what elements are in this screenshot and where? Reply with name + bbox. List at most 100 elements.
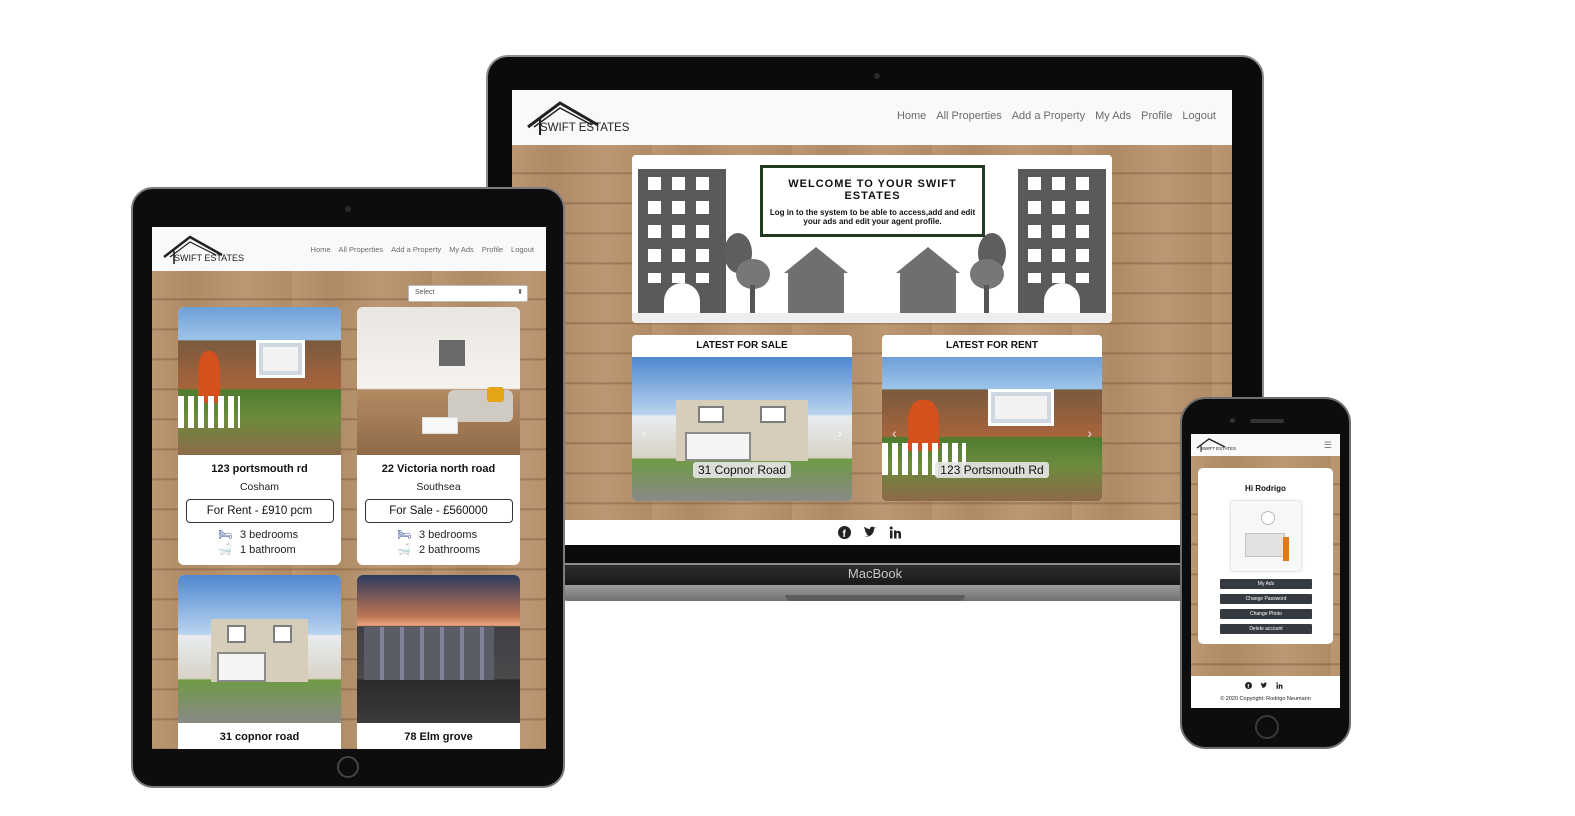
listing-price: For Rent - £910 pcm	[185, 499, 334, 523]
latest-rent-header: LATEST FOR RENT	[945, 340, 1039, 351]
brand-name: SWIFT ESTATES	[1201, 446, 1237, 451]
nav-logout[interactable]: Logout	[511, 245, 534, 254]
listing-bedrooms: 3 bedrooms	[240, 528, 299, 541]
tablet-camera	[345, 206, 351, 212]
filter-select-value: Select	[415, 289, 435, 296]
listing-address: 31 copnor road	[219, 731, 300, 743]
bath-icon: 🛁	[397, 544, 411, 556]
navbar: SWIFT ESTATES ☰	[1191, 434, 1340, 456]
bed-icon: 🛏	[397, 529, 411, 541]
roof-icon	[1196, 438, 1226, 452]
devices-mockup: SWIFT ESTATES Home All Properties Add a …	[0, 0, 1575, 816]
brand-name: SWIFT ESTATES	[540, 122, 630, 134]
listing-area: Southsea	[416, 481, 461, 493]
nav-add-property[interactable]: Add a Property	[1012, 110, 1085, 122]
brand-name: SWIFT ESTATES	[174, 253, 245, 263]
listing-photo	[357, 307, 520, 455]
nav-logout[interactable]: Logout	[1182, 110, 1216, 122]
carousel-next-icon[interactable]: ›	[837, 425, 842, 441]
nav-links: Home All Properties Add a Property My Ad…	[311, 245, 534, 254]
building-left-icon	[638, 169, 726, 313]
phone-screen: SWIFT ESTATES ☰ Hi Rodrigo My Ads Change…	[1191, 434, 1340, 708]
phone-camera	[1230, 418, 1235, 423]
nav-add-property[interactable]: Add a Property	[391, 245, 441, 254]
filter-select[interactable]: Select ⬍	[408, 285, 528, 302]
sale-caption: 31 Copnor Road	[692, 462, 792, 478]
tablet-screen: SWIFT ESTATES Home All Properties Add a …	[152, 227, 546, 749]
brand-logo[interactable]: SWIFT ESTATES	[160, 231, 250, 267]
nav-my-ads[interactable]: My Ads	[1095, 110, 1131, 122]
sale-property-photo	[632, 357, 852, 501]
page-body: Hi Rodrigo My Ads Change Password Change…	[1191, 456, 1340, 676]
footer: f	[512, 520, 1232, 545]
hero-banner: WELCOME TO YOUR SWIFT ESTATES Log in to …	[632, 155, 1112, 323]
house-icon	[896, 247, 960, 313]
listing-bedrooms: 3 bedrooms	[419, 528, 478, 541]
nav-all-properties[interactable]: All Properties	[339, 245, 384, 254]
nav-home[interactable]: Home	[897, 110, 926, 122]
welcome-title: WELCOME TO YOUR SWIFT ESTATES	[788, 178, 957, 202]
welcome-box: WELCOME TO YOUR SWIFT ESTATES Log in to …	[760, 165, 985, 237]
building-right-icon	[1018, 169, 1106, 313]
listing-card[interactable]: 78 Elm grove	[357, 575, 520, 749]
nav-all-properties[interactable]: All Properties	[936, 110, 1001, 122]
listing-address: 22 Victoria north road	[381, 463, 496, 475]
rent-caption: 123 Portsmouth Rd	[935, 462, 1049, 478]
listing-bathrooms: 1 bathroom	[240, 543, 296, 556]
my-ads-button[interactable]: My Ads	[1220, 579, 1312, 589]
profile-greeting: Hi Rodrigo	[1245, 484, 1286, 493]
phone-speaker	[1250, 419, 1284, 423]
copyright-text: © 2020 Copyright: Rodrigo Neumann	[1220, 696, 1311, 702]
listing-price: For Sale - £560000	[364, 499, 513, 523]
delete-account-button[interactable]: Delete account	[1220, 624, 1312, 634]
laptop-screen: SWIFT ESTATES Home All Properties Add a …	[512, 90, 1232, 545]
profile-card: Hi Rodrigo My Ads Change Password Change…	[1198, 468, 1333, 644]
listing-photo	[357, 575, 520, 723]
latest-rent-card[interactable]: LATEST FOR RENT 123 Portsmouth Rd ‹ ›	[882, 335, 1102, 501]
hamburger-menu-icon[interactable]: ☰	[1324, 440, 1332, 451]
rent-property-photo	[882, 357, 1102, 501]
nav-links: Home All Properties Add a Property My Ad…	[897, 110, 1216, 122]
navbar: SWIFT ESTATES Home All Properties Add a …	[512, 90, 1232, 145]
change-password-button[interactable]: Change Password	[1220, 594, 1312, 604]
nav-profile[interactable]: Profile	[1141, 110, 1172, 122]
profile-photo	[1231, 501, 1301, 571]
brand-logo[interactable]: SWIFT ESTATES	[522, 95, 632, 139]
linkedin-icon[interactable]	[889, 526, 902, 539]
select-caret-icon: ⬍	[517, 289, 523, 296]
listing-bathrooms: 2 bathrooms	[419, 543, 481, 556]
bed-icon: 🛏	[218, 529, 232, 541]
phone-frame: SWIFT ESTATES ☰ Hi Rodrigo My Ads Change…	[1180, 397, 1351, 749]
latest-sale-card[interactable]: LATEST FOR SALE 31 Copnor Road ‹ ›	[632, 335, 852, 501]
page-body: Select ⬍ 123 portsmouth rd Cosham For Re…	[152, 271, 546, 749]
listing-photo	[178, 575, 341, 723]
listing-area: Cosham	[239, 481, 280, 493]
change-photo-button[interactable]: Change Photo	[1220, 609, 1312, 619]
laptop-frame: SWIFT ESTATES Home All Properties Add a …	[486, 55, 1264, 565]
svg-text:f: f	[1247, 684, 1249, 689]
nav-my-ads[interactable]: My Ads	[449, 245, 474, 254]
carousel-prev-icon[interactable]: ‹	[892, 425, 897, 441]
listing-card[interactable]: 123 portsmouth rd Cosham For Rent - £910…	[178, 307, 341, 565]
nav-home[interactable]: Home	[311, 245, 331, 254]
brand-logo[interactable]: SWIFT ESTATES	[1195, 436, 1239, 454]
listing-card[interactable]: 22 Victoria north road Southsea For Sale…	[357, 307, 520, 565]
twitter-icon[interactable]	[863, 526, 877, 538]
nav-profile[interactable]: Profile	[482, 245, 503, 254]
carousel-prev-icon[interactable]: ‹	[642, 425, 647, 441]
tablet-frame: SWIFT ESTATES Home All Properties Add a …	[131, 187, 565, 788]
laptop-camera	[874, 73, 880, 79]
welcome-subtitle: Log in to the system to be able to acces…	[769, 208, 976, 227]
page-body: WELCOME TO YOUR SWIFT ESTATES Log in to …	[512, 145, 1232, 520]
latest-sale-header: LATEST FOR SALE	[696, 340, 788, 351]
listing-address: 78 Elm grove	[404, 731, 473, 743]
laptop-base: MacBook	[540, 565, 1210, 601]
twitter-icon[interactable]	[1260, 682, 1268, 689]
listing-card[interactable]: 31 copnor road	[178, 575, 341, 749]
tablet-home-button	[337, 756, 359, 778]
listing-address: 123 portsmouth rd	[211, 463, 308, 475]
facebook-icon[interactable]: f	[838, 526, 851, 539]
facebook-icon[interactable]: f	[1245, 682, 1252, 689]
linkedin-icon[interactable]	[1276, 682, 1283, 689]
carousel-next-icon[interactable]: ›	[1087, 425, 1092, 441]
